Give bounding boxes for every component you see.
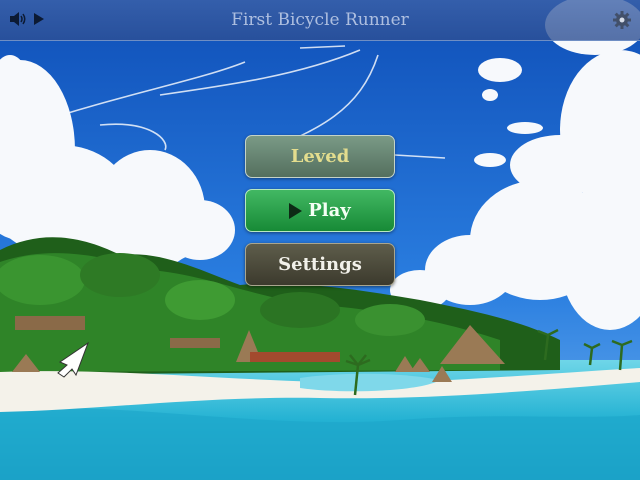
settings-button[interactable]: Settings	[245, 243, 395, 286]
play-icon[interactable]	[32, 10, 52, 28]
settings-button-label: Settings	[278, 254, 362, 275]
speaker-icon[interactable]	[8, 10, 28, 28]
play-button[interactable]: Play	[245, 189, 395, 232]
play-triangle-icon	[289, 202, 303, 219]
level-button[interactable]: Leved	[245, 135, 395, 178]
tropical-beach-background	[0, 0, 640, 480]
gear-icon[interactable]	[612, 10, 632, 29]
level-button-label: Leved	[290, 146, 350, 167]
game-title: First Bicycle Runner	[231, 10, 409, 30]
play-button-label: Play	[308, 200, 351, 221]
title-bar: First Bicycle Runner	[0, 0, 640, 41]
